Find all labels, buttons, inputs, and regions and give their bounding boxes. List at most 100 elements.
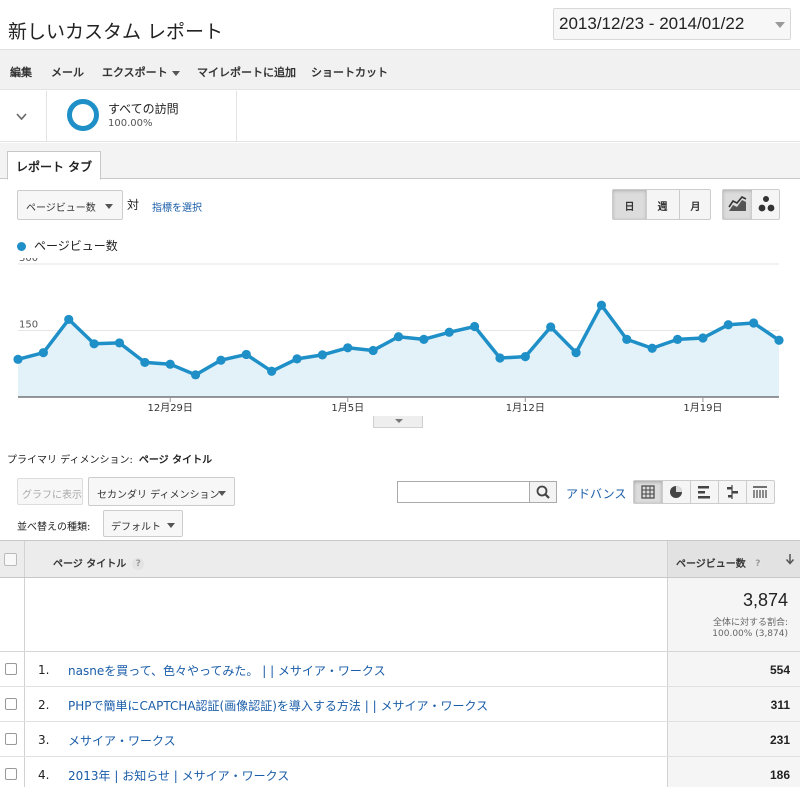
data-point	[419, 334, 429, 344]
data-point	[114, 338, 125, 348]
primary-dimension-value[interactable]: ページ タイトル	[139, 455, 212, 466]
data-point	[343, 343, 353, 353]
data-point	[672, 334, 683, 344]
data-table-view-button[interactable]	[634, 481, 662, 503]
row-page-title-link[interactable]: メサイア・ワークス	[68, 732, 176, 749]
row-pageviews: 554	[769, 663, 790, 677]
data-point	[368, 345, 378, 356]
data-point	[774, 335, 784, 345]
row-index: 4.	[38, 768, 50, 782]
plot-rows-button[interactable]: グラフに表示	[17, 478, 83, 505]
table-row: 3. メサイア・ワークス 231	[0, 722, 800, 757]
advanced-filter-link[interactable]: アドバンス	[566, 485, 626, 502]
edit-button[interactable]: 編集	[10, 64, 32, 80]
column-header-label: ページビュー数	[676, 559, 746, 570]
row-page-title-link[interactable]: nasneを買って、色々やってみた。 | | メサイア・ワークス	[68, 662, 386, 679]
help-icon[interactable]: ?	[751, 558, 764, 570]
divider	[24, 722, 25, 756]
column-header-pageviews[interactable]: ページビュー数?	[668, 541, 800, 577]
period-week-button[interactable]: 週	[646, 190, 679, 219]
line-chart-button[interactable]	[723, 190, 752, 219]
period-day-button[interactable]: 日	[613, 190, 646, 219]
secondary-dimension-select[interactable]: セカンダリ ディメンション	[88, 477, 235, 506]
help-icon[interactable]: ?	[132, 558, 145, 570]
chevron-down-icon	[167, 523, 175, 528]
row-checkbox[interactable]	[5, 663, 17, 675]
date-range-picker[interactable]: 2013/12/23 - 2014/01/22	[553, 8, 791, 40]
divider	[236, 91, 237, 142]
pivot-view-button[interactable]	[746, 481, 774, 503]
metric-select[interactable]: ページビュー数	[17, 190, 123, 220]
date-range-text: 2013/12/23 - 2014/01/22	[559, 14, 745, 33]
data-point	[698, 333, 708, 343]
performance-view-button[interactable]	[690, 481, 718, 503]
primary-dimension-label: プライマリ ディメンション:	[7, 455, 133, 466]
chevron-down-icon[interactable]	[16, 111, 27, 122]
chart-collapse-button[interactable]	[373, 416, 423, 428]
sort-descending-icon	[785, 554, 795, 565]
chevron-down-icon	[395, 419, 403, 423]
row-checkbox[interactable]	[5, 733, 17, 745]
row-pageviews: 231	[769, 733, 790, 747]
row-checkbox[interactable]	[5, 768, 17, 780]
data-point	[317, 350, 327, 360]
table-view-toggle	[633, 480, 775, 504]
chevron-down-icon	[218, 491, 226, 496]
comparison-icon	[727, 485, 738, 499]
data-point	[546, 322, 556, 332]
period-month-button[interactable]: 月	[679, 190, 712, 219]
select-all-checkbox[interactable]	[4, 553, 17, 566]
row-index: 3.	[38, 733, 50, 747]
row-metric-cell: 554	[668, 652, 800, 686]
data-point	[495, 353, 505, 363]
y-tick-label: 150	[19, 320, 38, 331]
shortcut-button[interactable]: ショートカット	[311, 64, 388, 80]
divider	[667, 541, 668, 577]
table-row: 4. 2013年 | お知らせ | メサイア・ワークス 186	[0, 757, 800, 787]
title-bar: 新しいカスタム レポート 2013/12/23 - 2014/01/22	[0, 0, 800, 50]
add-to-dashboard-button[interactable]: マイレポートに追加	[197, 64, 296, 80]
row-checkbox[interactable]	[5, 698, 17, 710]
total-percent-label: 全体に対する割合:	[712, 618, 788, 628]
divider	[667, 722, 668, 756]
tab-report[interactable]: レポート タブ	[7, 151, 102, 180]
export-menu[interactable]: エクスポート	[102, 64, 180, 80]
pie-view-button[interactable]	[662, 481, 690, 503]
search-input[interactable]	[397, 481, 530, 503]
bar-chart-icon	[698, 486, 710, 499]
table-header: ページ タイトル? ページビュー数?	[0, 540, 800, 578]
y-tick-label: 300	[19, 258, 38, 264]
search-button[interactable]	[529, 481, 557, 503]
data-point	[89, 339, 99, 349]
data-point	[241, 349, 251, 360]
sort-type-select[interactable]: デフォルト	[103, 510, 183, 537]
data-point	[165, 359, 175, 369]
x-tick-label: 1月19日	[683, 402, 722, 414]
data-point	[520, 352, 530, 362]
primary-dimension: プライマリ ディメンション: ページ タイトル	[7, 451, 212, 466]
segment-bar: すべての訪問 100.00%	[0, 91, 800, 142]
data-point	[749, 318, 759, 328]
column-header-label: ページ タイトル	[53, 559, 127, 570]
row-page-title-link[interactable]: PHPで簡単にCAPTCHA認証(画像認証)を導入する方法 | | メサイア・ワ…	[68, 697, 488, 714]
row-index: 2.	[38, 698, 50, 712]
total-percent: 100.00% (3,874)	[712, 629, 788, 639]
comparison-view-button[interactable]	[718, 481, 746, 503]
motion-chart-button[interactable]	[752, 190, 781, 219]
pivot-table-icon	[753, 486, 767, 498]
column-header-page-title[interactable]: ページ タイトル?	[53, 555, 145, 570]
metric-select-label: ページビュー数	[26, 203, 96, 214]
sort-type-value: デフォルト	[111, 522, 161, 533]
data-point	[38, 348, 48, 358]
divider	[24, 652, 25, 686]
email-button[interactable]: メール	[51, 64, 84, 80]
data-point	[470, 321, 480, 332]
select-metric-link[interactable]: 指標を選択	[152, 199, 202, 214]
divider	[667, 687, 668, 721]
pie-chart-icon	[670, 486, 682, 498]
divider	[24, 578, 25, 651]
table-row: 1. nasneを買って、色々やってみた。 | | メサイア・ワークス 554	[0, 652, 800, 687]
search-icon	[536, 485, 550, 499]
data-point	[596, 300, 607, 310]
row-page-title-link[interactable]: 2013年 | お知らせ | メサイア・ワークス	[68, 767, 289, 784]
